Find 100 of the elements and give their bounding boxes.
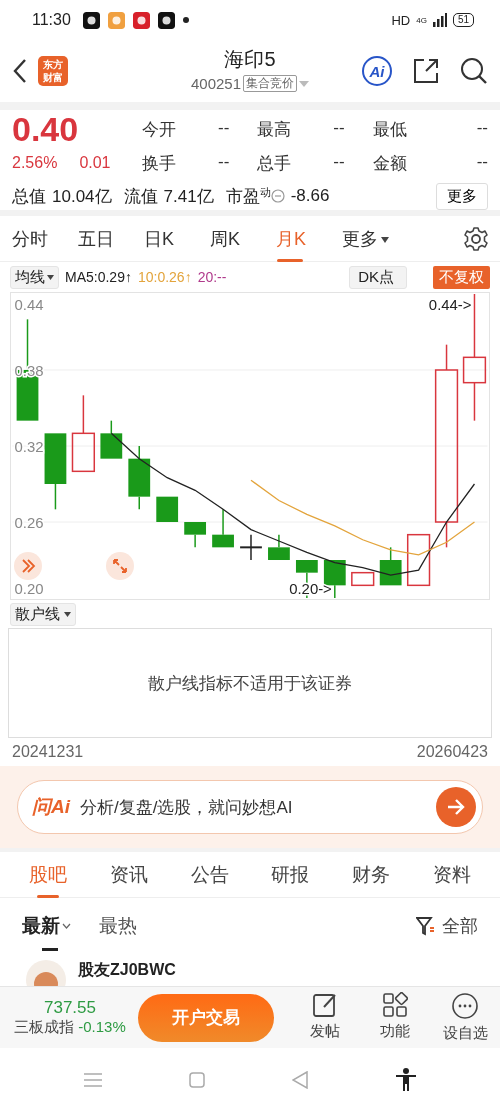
stat-value: 10.04亿	[52, 185, 112, 208]
axis-label: 0.26	[14, 514, 44, 531]
back-icon[interactable]	[12, 58, 28, 84]
period-tab[interactable]: 分时	[12, 218, 78, 259]
stat-label: 今开	[142, 118, 176, 141]
accessibility-icon[interactable]	[394, 1067, 417, 1092]
edit-icon	[312, 992, 338, 1018]
period-tab[interactable]: 五日	[78, 218, 144, 259]
home-icon[interactable]	[188, 1071, 205, 1088]
change-amount: 0.01	[79, 154, 111, 172]
chevron-icon	[62, 923, 71, 929]
change-percent: 2.56%	[12, 154, 58, 172]
info-icon[interactable]	[270, 189, 285, 203]
current-price: 0.40	[12, 112, 80, 146]
network-type: 4G	[416, 15, 427, 25]
index-change: -0.13%	[78, 1018, 126, 1037]
ma-reading: MA5:0.29↑	[65, 269, 132, 285]
period-tab[interactable]: 日K	[144, 218, 210, 259]
battery-icon: 51	[452, 13, 474, 27]
status-tag: 集合竞价	[243, 75, 298, 92]
stat-label: 金额	[372, 152, 407, 175]
indicator-dropdown[interactable]: 散户线	[10, 602, 76, 626]
empty-message: 散户线指标不适用于该证券	[148, 672, 352, 695]
ma-reading: 20:--	[197, 269, 227, 285]
caret-icon	[381, 236, 389, 243]
filter-icon	[416, 916, 436, 936]
candle	[406, 533, 431, 587]
notification-dot-icon	[182, 17, 189, 23]
stat-value: --	[218, 117, 230, 139]
ai-prompt: 分析/复盘/选股，就问妙想AI	[80, 796, 293, 819]
stat-value: 7.41亿	[163, 185, 214, 208]
stat-value: --	[333, 151, 345, 173]
network-label: HD	[391, 12, 411, 28]
stat-label: 总手	[257, 152, 292, 175]
menu-icon[interactable]	[83, 1072, 102, 1087]
stat-value: --	[218, 151, 230, 173]
stock-title: 海印5	[224, 47, 276, 72]
index-value: 737.55	[44, 998, 96, 1018]
start-date: 20241231	[12, 743, 84, 761]
candle	[212, 508, 234, 548]
action-button[interactable]: 功能	[370, 992, 420, 1043]
candle	[268, 533, 290, 560]
stat-value: --	[476, 151, 488, 173]
price-marker: 0.44->	[428, 296, 472, 313]
candle	[128, 445, 151, 511]
info-tab[interactable]: 研报	[271, 855, 310, 894]
info-tab[interactable]: 公告	[190, 855, 229, 894]
app-icon	[107, 11, 125, 29]
clock: 11:30	[32, 11, 71, 29]
more-button[interactable]: 更多	[436, 182, 488, 210]
ai-search-bar[interactable]: 问Ai 分析/复盘/选股，就问妙想AI	[17, 780, 483, 834]
stat-label: 流值	[123, 185, 158, 208]
signal-icon	[432, 13, 447, 27]
stat-value: --	[476, 117, 488, 139]
more-icon	[451, 992, 479, 1020]
filter-button[interactable]: 全部	[416, 914, 478, 938]
superscript-label: 动	[259, 184, 271, 198]
share-icon[interactable]	[412, 57, 440, 85]
period-tab[interactable]: 周K	[210, 218, 276, 259]
candle	[351, 571, 375, 587]
stat-label: 换手	[142, 152, 176, 175]
axis-label: 0.44	[14, 296, 44, 313]
stat-value: --	[333, 117, 345, 139]
expand-button[interactable]	[106, 552, 134, 580]
period-tab[interactable]: 更多	[342, 218, 408, 259]
arrow-icon	[446, 798, 466, 816]
caret-icon	[47, 275, 54, 281]
axis-label: 0.20	[14, 581, 44, 598]
search-icon[interactable]	[460, 57, 488, 85]
action-button[interactable]: 设自选	[440, 992, 490, 1043]
info-tab[interactable]: 财务	[351, 855, 390, 894]
dk-button[interactable]: DK点	[349, 265, 407, 289]
app-icon	[82, 11, 100, 29]
settings-icon[interactable]	[464, 226, 488, 251]
stat-label: 最高	[257, 118, 292, 141]
caret-icon	[64, 612, 71, 618]
ma-dropdown[interactable]: 均线	[10, 265, 59, 289]
end-date: 20260423	[416, 743, 488, 761]
ai-button[interactable]: Ai	[362, 56, 392, 86]
action-button[interactable]: 发帖	[300, 992, 350, 1043]
info-tab[interactable]: 资料	[432, 855, 471, 894]
apps-icon	[382, 992, 408, 1018]
sort-tab[interactable]: 最热	[99, 907, 137, 945]
info-tab[interactable]: 资讯	[110, 855, 148, 894]
axis-label: 0.32	[14, 438, 44, 455]
candle	[156, 496, 179, 522]
candle	[184, 522, 206, 549]
candle	[100, 419, 123, 459]
stat-label: 总值	[12, 185, 46, 208]
ma-reading: 10:0.26↑	[137, 269, 192, 285]
double-chevron-icon	[20, 558, 36, 574]
candle	[239, 533, 263, 561]
stock-code: 400251	[190, 75, 242, 92]
expand-icon	[112, 558, 128, 574]
collapse-button[interactable]	[14, 552, 42, 580]
stat-label: 最低	[372, 118, 407, 141]
caret-icon[interactable]	[299, 80, 310, 87]
submit-button[interactable]	[436, 787, 476, 827]
post-author: 股友ZJ0BWC	[78, 960, 176, 980]
stat-label: 市盈	[225, 185, 260, 208]
